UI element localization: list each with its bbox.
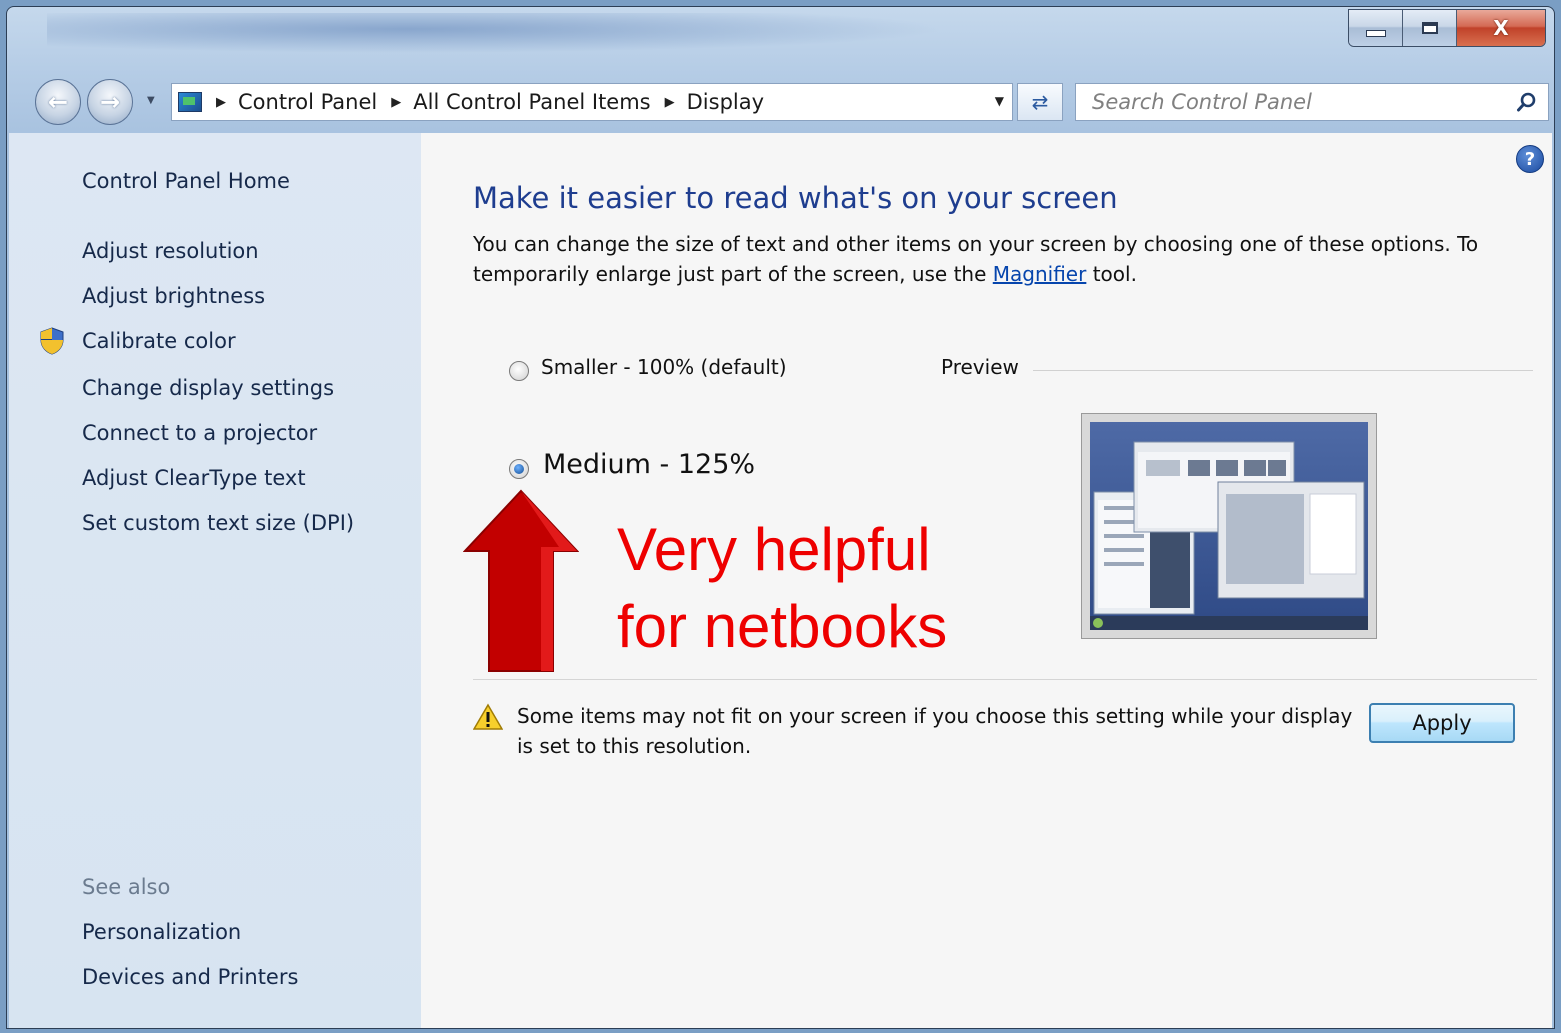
sidebar-item-connect-projector[interactable]: Connect to a projector bbox=[82, 421, 317, 445]
description-text: You can change the size of text and othe… bbox=[473, 232, 1479, 286]
preview-desktop-illustration bbox=[1090, 441, 1368, 630]
main-panel: ? Make it easier to read what's on your … bbox=[421, 133, 1552, 1028]
close-button[interactable]: X bbox=[1457, 10, 1545, 46]
help-icon[interactable]: ? bbox=[1516, 145, 1544, 173]
annotation-line-1: Very helpful bbox=[617, 516, 931, 583]
search-input[interactable] bbox=[1076, 84, 1514, 120]
chevron-right-icon[interactable]: ▶ bbox=[216, 95, 226, 110]
preview-screen bbox=[1090, 422, 1368, 630]
search-box[interactable] bbox=[1075, 83, 1549, 121]
section-divider bbox=[473, 679, 1537, 680]
magnifier-link[interactable]: Magnifier bbox=[993, 262, 1087, 286]
sidebar-item-custom-dpi[interactable]: Set custom text size (DPI) bbox=[82, 511, 354, 535]
maximize-icon bbox=[1421, 22, 1438, 34]
caption-buttons: X bbox=[1348, 9, 1546, 47]
sidebar-item-devices-printers[interactable]: Devices and Printers bbox=[82, 965, 298, 989]
preview-divider bbox=[1033, 370, 1533, 371]
titlebar bbox=[47, 13, 947, 53]
option-medium-label[interactable]: Medium - 125% bbox=[543, 449, 755, 480]
search-icon[interactable] bbox=[1516, 91, 1538, 113]
option-smaller-label[interactable]: Smaller - 100% (default) bbox=[541, 355, 787, 379]
sidebar-item-adjust-cleartype[interactable]: Adjust ClearType text bbox=[82, 466, 306, 490]
preview-image bbox=[1081, 413, 1377, 639]
client-area: Control Panel Home Adjust resolution Adj… bbox=[9, 133, 1552, 1028]
display-window: X ← → ▼ ▶ Control Panel ▶ All Control Pa… bbox=[6, 6, 1555, 1029]
address-dropdown-icon[interactable]: ▼ bbox=[995, 94, 1004, 108]
sidebar-item-change-display-settings[interactable]: Change display settings bbox=[82, 376, 334, 400]
maximize-button[interactable] bbox=[1403, 10, 1457, 46]
preview-label: Preview bbox=[941, 355, 1019, 379]
minimize-button[interactable] bbox=[1349, 10, 1403, 46]
chevron-right-icon[interactable]: ▶ bbox=[665, 95, 675, 110]
sidebar-item-personalization[interactable]: Personalization bbox=[82, 920, 241, 944]
refresh-button[interactable]: ⇄ bbox=[1017, 83, 1063, 121]
breadcrumb-display[interactable]: Display bbox=[687, 90, 764, 114]
minimize-icon bbox=[1365, 29, 1386, 37]
warning-message: Some items may not fit on your screen if… bbox=[517, 704, 1353, 758]
sidebar-item-adjust-brightness[interactable]: Adjust brightness bbox=[82, 284, 265, 308]
sidebar-item-adjust-resolution[interactable]: Adjust resolution bbox=[82, 239, 259, 263]
address-bar[interactable]: ▶ Control Panel ▶ All Control Panel Item… bbox=[171, 83, 1013, 121]
refresh-icon: ⇄ bbox=[1031, 90, 1049, 114]
radio-medium[interactable] bbox=[509, 459, 529, 479]
radio-smaller[interactable] bbox=[509, 361, 529, 381]
sidebar-item-calibrate-color[interactable]: Calibrate color bbox=[82, 329, 236, 353]
close-icon: X bbox=[1493, 16, 1509, 40]
apply-button[interactable]: Apply bbox=[1369, 703, 1515, 743]
recent-pages-dropdown[interactable]: ▼ bbox=[147, 95, 155, 106]
sidebar-control-panel-home[interactable]: Control Panel Home bbox=[82, 169, 290, 193]
page-title: Make it easier to read what's on your sc… bbox=[473, 181, 1118, 215]
control-panel-icon bbox=[178, 92, 202, 112]
back-button[interactable]: ← bbox=[35, 79, 81, 125]
forward-button[interactable]: → bbox=[87, 79, 133, 125]
arrow-right-icon: → bbox=[99, 88, 121, 116]
arrow-left-icon: ← bbox=[47, 88, 69, 116]
chevron-right-icon[interactable]: ▶ bbox=[391, 95, 401, 110]
warning-icon bbox=[473, 703, 503, 730]
annotation-text: Very helpful for netbooks bbox=[617, 511, 947, 665]
annotation-line-2: for netbooks bbox=[617, 593, 948, 660]
see-also-heading: See also bbox=[82, 875, 171, 899]
page-description: You can change the size of text and othe… bbox=[473, 229, 1543, 289]
breadcrumb-all-items[interactable]: All Control Panel Items bbox=[413, 90, 650, 114]
description-text-end: tool. bbox=[1086, 262, 1137, 286]
breadcrumb-control-panel[interactable]: Control Panel bbox=[238, 90, 377, 114]
red-arrow-annotation bbox=[463, 489, 579, 672]
sidebar: Control Panel Home Adjust resolution Adj… bbox=[9, 133, 421, 1028]
uac-shield-icon bbox=[40, 327, 64, 355]
